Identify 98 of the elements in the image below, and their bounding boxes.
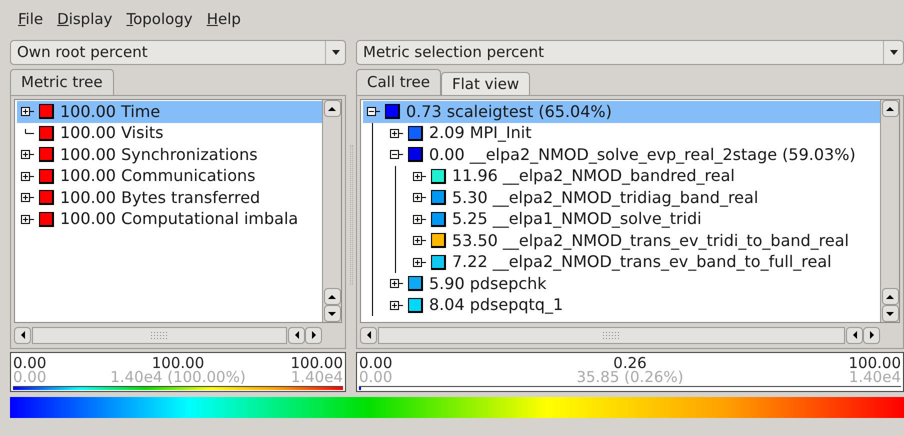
tree-row[interactable]: 100.00 Communications xyxy=(17,166,322,187)
collapse-icon[interactable] xyxy=(390,150,402,160)
left-arrow-icon xyxy=(364,330,372,340)
down-arrow-icon xyxy=(327,310,337,318)
legend-max-absolute: 1.40e4 xyxy=(290,370,343,384)
expand-icon[interactable] xyxy=(390,300,402,310)
left-arrow-icon xyxy=(850,330,858,340)
right-arrow-icon xyxy=(310,330,318,340)
tree-item-label: 2.09 MPI_Init xyxy=(429,122,532,144)
legend-min-absolute: 0.00 xyxy=(13,370,48,384)
tab[interactable]: Metric tree xyxy=(10,69,114,95)
tree-row[interactable]: 0.73 scaleigtest (65.04%) xyxy=(363,101,880,122)
scroll-up-button[interactable] xyxy=(882,100,898,117)
expand-icon[interactable] xyxy=(390,128,402,138)
tree-row[interactable]: 100.00 Synchronizations xyxy=(17,144,322,166)
scroll-right-button[interactable] xyxy=(305,326,322,344)
scroll-left-button[interactable] xyxy=(360,326,377,344)
expand-icon[interactable] xyxy=(390,279,402,288)
tree-item-label: 53.50 __elpa2_NMOD_trans_ev_tridi_to_band_real xyxy=(452,230,849,252)
tree-row[interactable]: 100.00 Bytes transferred xyxy=(17,187,322,208)
tree-item-label: 11.96 __elpa2_NMOD_bandred_real xyxy=(452,165,735,188)
left-arrow-icon xyxy=(18,330,26,340)
menu-item[interactable]: Display xyxy=(57,8,112,30)
up-arrow-icon xyxy=(327,292,337,300)
vertical-scrollbar[interactable] xyxy=(322,100,341,322)
legend-value-absolute: 35.85 (0.26%) xyxy=(576,370,684,384)
tree-row[interactable]: 100.00 Time xyxy=(17,101,322,122)
tree-row[interactable]: 0.00 __elpa2_NMOD_solve_evp_real_2stage (59.03%) xyxy=(386,144,880,166)
scroll-down-button[interactable] xyxy=(324,305,340,322)
down-arrow-icon xyxy=(885,310,895,318)
scroll-down-button[interactable] xyxy=(882,305,898,322)
tree-row[interactable]: 7.22 __elpa2_NMOD_trans_ev_band_to_full_real xyxy=(409,252,880,273)
menu-item[interactable]: Help xyxy=(206,8,241,30)
right-arrow-icon xyxy=(868,330,876,340)
tree-row[interactable]: 53.50 __elpa2_NMOD_trans_ev_tridi_to_band_real xyxy=(409,230,880,252)
menu-item[interactable]: Topology xyxy=(126,8,193,30)
expand-icon[interactable] xyxy=(20,172,34,181)
legend-value-absolute: 1.40e4 (100.00%) xyxy=(110,370,246,384)
scroll-left-button[interactable] xyxy=(288,326,305,344)
tree-item-label: 0.73 scaleigtest (65.04%) xyxy=(406,100,612,123)
expand-icon[interactable] xyxy=(20,193,34,202)
tree-item-label: 100.00 Computational imbala xyxy=(60,208,298,230)
tree-row[interactable]: 5.90 pdsepchk xyxy=(386,273,880,294)
metric-dropdown[interactable]: Own root percent xyxy=(10,40,346,65)
scroll-up-button[interactable] xyxy=(324,288,340,305)
legend-value: 0.26 xyxy=(613,356,647,370)
tree-item-label: 8.04 pdsepqtq_1 xyxy=(429,294,564,316)
scroll-up-button[interactable] xyxy=(882,288,898,305)
scroll-right-button[interactable] xyxy=(863,326,880,344)
expand-icon[interactable] xyxy=(412,193,426,202)
tree-item-label: 5.25 __elpa1_NMOD_solve_tridi xyxy=(452,208,702,230)
expand-icon[interactable] xyxy=(20,214,34,224)
up-arrow-icon xyxy=(885,104,895,112)
legend-min: 0.00 xyxy=(359,356,394,370)
tab[interactable]: Call tree xyxy=(356,69,441,95)
expand-icon[interactable] xyxy=(412,214,426,224)
dropdown-value: Own root percent xyxy=(16,42,149,64)
tree-row[interactable]: 8.04 pdsepqtq_1 xyxy=(386,294,880,316)
up-arrow-icon xyxy=(327,104,337,112)
legend-min: 0.00 xyxy=(13,356,48,370)
tree-row[interactable]: 5.30 __elpa2_NMOD_tridiag_band_real xyxy=(409,187,880,208)
tab[interactable]: Flat view xyxy=(440,72,530,95)
scroll-up-button[interactable] xyxy=(324,100,340,117)
legend-min-absolute: 0.00 xyxy=(359,370,394,384)
expand-icon[interactable] xyxy=(412,236,426,246)
tree-item-label: 100.00 Communications xyxy=(60,165,256,188)
expand-icon[interactable] xyxy=(20,150,34,160)
tree-item-label: 5.30 __elpa2_NMOD_tridiag_band_real xyxy=(452,186,758,209)
tree-row[interactable]: 100.00 Visits xyxy=(17,122,322,144)
tree-item-label: 100.00 Bytes transferred xyxy=(60,186,260,209)
tree-item-label: 100.00 Time xyxy=(60,100,160,123)
tree-row[interactable]: 11.96 __elpa2_NMOD_bandred_real xyxy=(409,166,880,187)
tree-item-label: 5.90 pdsepchk xyxy=(429,272,547,295)
tree-row[interactable]: 5.25 __elpa1_NMOD_solve_tridi xyxy=(409,208,880,230)
scroll-left-button[interactable] xyxy=(14,326,31,344)
expand-icon[interactable] xyxy=(412,172,426,181)
tree-item-label: 0.00 __elpa2_NMOD_solve_evp_real_2stage (59.03%) xyxy=(429,144,856,166)
menu-item[interactable]: File xyxy=(18,8,44,30)
dropdown-arrow-icon xyxy=(332,50,340,55)
metric-dropdown[interactable]: Metric selection percent xyxy=(356,40,904,65)
tree-item-label: 100.00 Synchronizations xyxy=(60,144,258,166)
legend-max-absolute: 1.40e4 xyxy=(848,370,901,384)
collapse-icon[interactable] xyxy=(366,107,380,116)
scroll-left-button[interactable] xyxy=(846,326,863,344)
legend-max: 100.00 xyxy=(848,356,901,370)
left-arrow-icon xyxy=(292,330,300,340)
dropdown-value: Metric selection percent xyxy=(362,42,546,64)
legend-max: 100.00 xyxy=(290,356,343,370)
tree-row[interactable]: 100.00 Computational imbala xyxy=(17,208,322,230)
legend-value: 100.00 xyxy=(152,356,204,370)
vertical-scrollbar[interactable] xyxy=(880,100,899,322)
tree-row[interactable]: 2.09 MPI_Init xyxy=(386,122,880,144)
tree-item-label: 100.00 Visits xyxy=(60,122,164,144)
expand-icon[interactable] xyxy=(20,107,34,116)
tree-item-label: 7.22 __elpa2_NMOD_trans_ev_band_to_full_real xyxy=(452,251,832,274)
dropdown-arrow-icon xyxy=(890,50,898,55)
expand-icon[interactable] xyxy=(412,258,426,267)
up-arrow-icon xyxy=(885,292,895,300)
